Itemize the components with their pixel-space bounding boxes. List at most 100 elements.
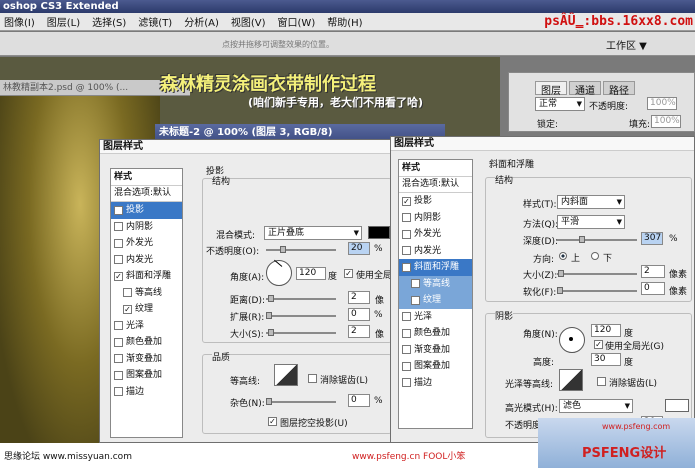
checkbox[interactable] xyxy=(402,361,411,371)
altitude-input[interactable]: 30 xyxy=(591,353,621,366)
tab-channels[interactable]: 通道 xyxy=(569,81,601,97)
slider-knob[interactable] xyxy=(266,312,272,319)
style-item-contour[interactable]: 等高线 xyxy=(399,275,472,292)
menu-select[interactable]: 选择(S) xyxy=(92,14,126,29)
spread-input[interactable]: 0 xyxy=(348,308,370,321)
style-item-texture[interactable]: ✓ 纹理 xyxy=(111,301,182,318)
tab-paths[interactable]: 路径 xyxy=(603,81,635,97)
noise-input[interactable]: 0 xyxy=(348,394,370,407)
style-item-satin[interactable]: 光泽 xyxy=(399,309,472,326)
style-item-bevel[interactable]: ✓ 斜面和浮雕 xyxy=(111,268,182,285)
checkbox[interactable] xyxy=(402,246,411,256)
checkbox[interactable] xyxy=(114,222,123,232)
soften-input[interactable]: 0 xyxy=(641,282,665,295)
style-item-satin[interactable]: 光泽 xyxy=(111,318,182,335)
antialias-checkbox[interactable] xyxy=(308,374,317,383)
slider-knob[interactable] xyxy=(266,398,272,405)
size-input[interactable]: 2 xyxy=(641,265,665,278)
workspace-button[interactable]: 工作区 ▼ xyxy=(606,37,647,52)
blend-mode-select[interactable]: 正片叠底 xyxy=(264,226,362,240)
distance-input[interactable]: 2 xyxy=(348,291,370,304)
slider-knob[interactable] xyxy=(268,329,274,336)
checkbox[interactable] xyxy=(114,255,123,265)
shading-angle-input[interactable]: 120 xyxy=(591,324,621,337)
style-item-drop-shadow[interactable]: ✓ 投影 xyxy=(111,202,182,219)
method-select[interactable]: 平滑 xyxy=(557,215,625,229)
style-item-contour[interactable]: 等高线 xyxy=(111,285,182,302)
antialias-checkbox[interactable] xyxy=(597,377,606,386)
checkbox[interactable] xyxy=(411,279,420,289)
opacity-slider[interactable] xyxy=(266,246,336,253)
depth-slider[interactable] xyxy=(557,236,637,243)
checkbox[interactable] xyxy=(402,378,411,388)
styles-header[interactable]: 样式 xyxy=(111,169,182,186)
checkbox[interactable] xyxy=(114,238,123,248)
checkbox[interactable]: ✓ xyxy=(402,262,411,272)
contour-picker[interactable] xyxy=(274,364,298,386)
knockout-checkbox[interactable]: ✓ xyxy=(268,417,277,426)
menu-filter[interactable]: 滤镜(T) xyxy=(138,14,172,29)
depth-input[interactable]: 307 xyxy=(641,232,663,245)
slider-knob[interactable] xyxy=(280,246,286,253)
checkbox[interactable] xyxy=(402,229,411,239)
style-item-color-overlay[interactable]: 颜色叠加 xyxy=(111,334,182,351)
style-item-pattern-overlay[interactable]: 图案叠加 xyxy=(111,367,182,384)
checkbox[interactable] xyxy=(402,328,411,338)
checkbox[interactable] xyxy=(402,345,411,355)
menu-window[interactable]: 窗口(W) xyxy=(278,14,316,29)
style-item-outer-glow[interactable]: 外发光 xyxy=(399,226,472,243)
layer-blend-select[interactable]: 正常 xyxy=(535,97,585,111)
checkbox[interactable]: ✓ xyxy=(114,271,123,281)
angle-input[interactable]: 120 xyxy=(296,267,326,280)
style-item-inner-shadow[interactable]: 内阴影 xyxy=(111,219,182,236)
style-item-inner-shadow[interactable]: 内阴影 xyxy=(399,210,472,227)
highlight-color-swatch[interactable] xyxy=(665,399,689,412)
soften-slider[interactable] xyxy=(557,287,637,294)
highlight-mode-select[interactable]: 滤色 xyxy=(559,399,633,413)
layer-fill-input[interactable]: 100% xyxy=(651,115,681,128)
style-item-bevel[interactable]: ✓ 斜面和浮雕 xyxy=(399,259,472,276)
slider-knob[interactable] xyxy=(558,270,564,277)
style-item-inner-glow[interactable]: 内发光 xyxy=(399,243,472,260)
blend-options[interactable]: 混合选项:默认 xyxy=(111,186,182,202)
checkbox[interactable] xyxy=(114,321,123,331)
distance-slider[interactable] xyxy=(266,295,336,302)
checkbox[interactable] xyxy=(114,370,123,380)
slider-knob[interactable] xyxy=(268,295,274,302)
angle-dial[interactable] xyxy=(266,259,292,286)
style-item-inner-glow[interactable]: 内发光 xyxy=(111,252,182,269)
style-item-gradient-overlay[interactable]: 渐变叠加 xyxy=(111,351,182,368)
size-slider[interactable] xyxy=(557,270,637,277)
menu-analysis[interactable]: 分析(A) xyxy=(184,14,219,29)
style-item-gradient-overlay[interactable]: 渐变叠加 xyxy=(399,342,472,359)
opacity-input[interactable]: 20 xyxy=(348,242,370,255)
direction-up-radio[interactable] xyxy=(559,252,567,260)
style-item-texture[interactable]: ✓ 纹理 xyxy=(399,292,472,309)
style-item-stroke[interactable]: 描边 xyxy=(111,384,182,401)
menu-view[interactable]: 视图(V) xyxy=(231,14,266,29)
menu-layer[interactable]: 图层(L) xyxy=(47,14,80,29)
slider-knob[interactable] xyxy=(579,236,585,243)
slider-knob[interactable] xyxy=(557,287,563,294)
checkbox[interactable]: ✓ xyxy=(123,304,132,314)
menu-image[interactable]: 图像(I) xyxy=(4,14,35,29)
bevel-style-select[interactable]: 内斜面 xyxy=(557,195,625,209)
style-item-color-overlay[interactable]: 颜色叠加 xyxy=(399,325,472,342)
checkbox[interactable] xyxy=(114,387,123,397)
gloss-contour-picker[interactable] xyxy=(559,369,583,391)
blend-options[interactable]: 混合选项:默认 xyxy=(399,177,472,193)
global-light-checkbox[interactable]: ✓ xyxy=(594,340,603,349)
shadow-color-swatch[interactable] xyxy=(368,226,390,239)
global-light-checkbox[interactable]: ✓ xyxy=(344,269,353,278)
style-item-drop-shadow[interactable]: ✓ 投影 xyxy=(399,193,472,210)
checkbox[interactable] xyxy=(114,337,123,347)
style-item-outer-glow[interactable]: 外发光 xyxy=(111,235,182,252)
checkbox[interactable] xyxy=(402,312,411,322)
menu-help[interactable]: 帮助(H) xyxy=(327,14,362,29)
shading-angle-dial[interactable] xyxy=(559,327,585,353)
direction-down-radio[interactable] xyxy=(591,252,599,260)
checkbox[interactable] xyxy=(114,354,123,364)
checkbox[interactable] xyxy=(402,213,411,223)
size-slider[interactable] xyxy=(266,329,336,336)
noise-slider[interactable] xyxy=(266,398,336,405)
